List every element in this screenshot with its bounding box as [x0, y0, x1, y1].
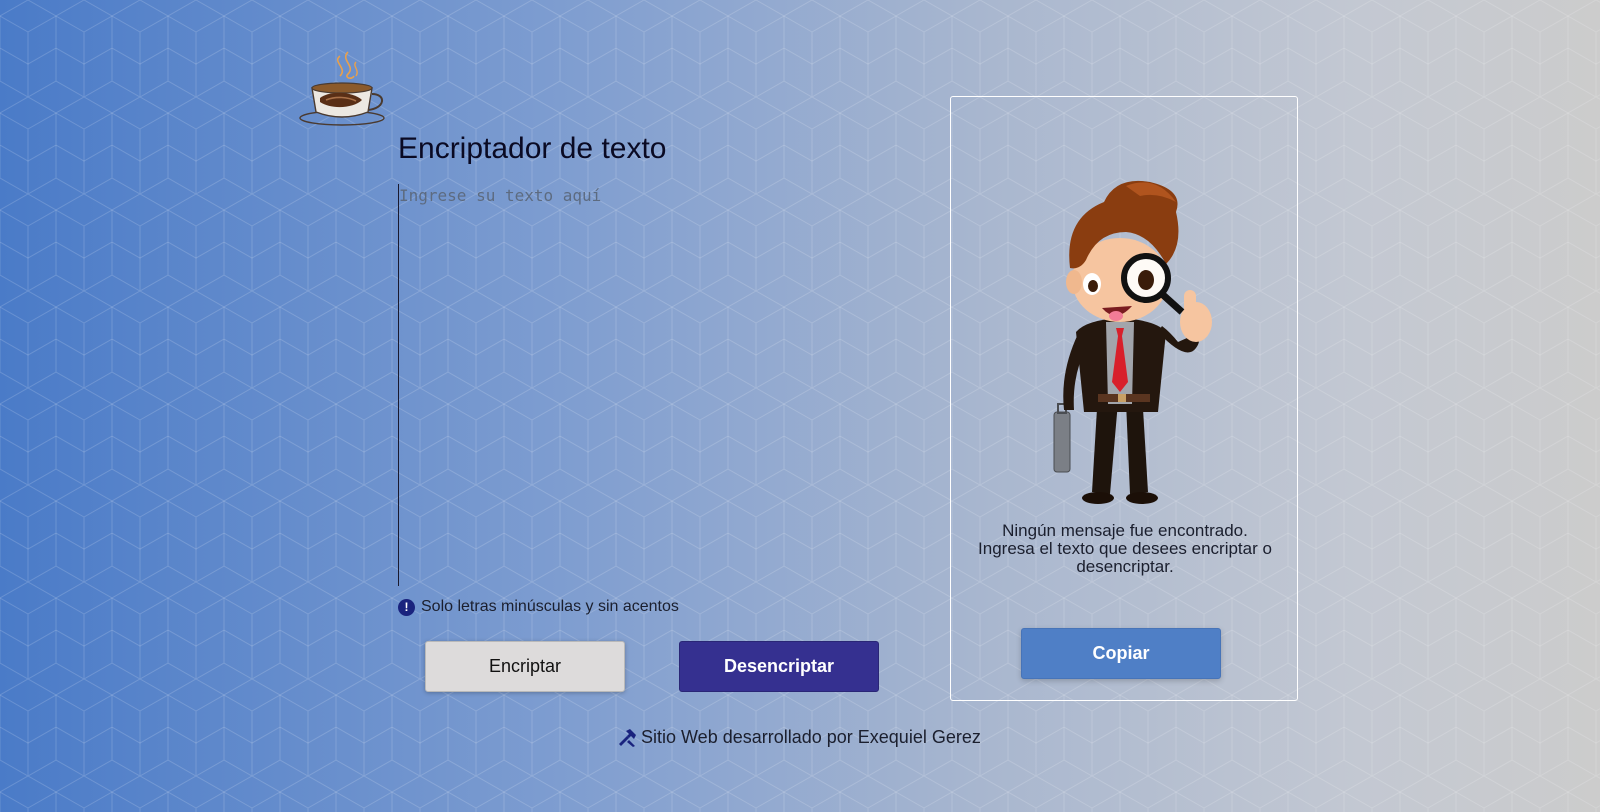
footer-credit: Sitio Web desarrollado por Exequiel Gere… — [641, 727, 981, 747]
exclamation-circle-icon: ! — [398, 598, 415, 616]
empty-result-message: Ningún mensaje fue encontrado. Ingresa e… — [951, 522, 1299, 576]
encrypt-button[interactable]: Encriptar — [425, 641, 625, 692]
input-hint: ! Solo letras minúsculas y sin acentos — [398, 598, 679, 616]
copy-button[interactable]: Copiar — [1021, 628, 1221, 679]
empty-result-title: Ningún mensaje fue encontrado. — [1002, 521, 1248, 540]
tools-icon — [619, 728, 636, 747]
empty-result-subtitle: Ingresa el texto que desees encriptar o … — [978, 539, 1272, 576]
coffee-cup-icon — [299, 51, 385, 126]
decrypt-button[interactable]: Desencriptar — [679, 641, 879, 692]
result-panel: Ningún mensaje fue encontrado. Ingresa e… — [950, 96, 1298, 701]
footer: Sitio Web desarrollado por Exequiel Gere… — [617, 727, 981, 748]
hint-text: Solo letras minúsculas y sin acentos — [421, 598, 679, 615]
page-title: Encriptador de texto — [398, 132, 667, 165]
detective-illustration — [1053, 180, 1212, 504]
message-input[interactable] — [398, 184, 899, 586]
